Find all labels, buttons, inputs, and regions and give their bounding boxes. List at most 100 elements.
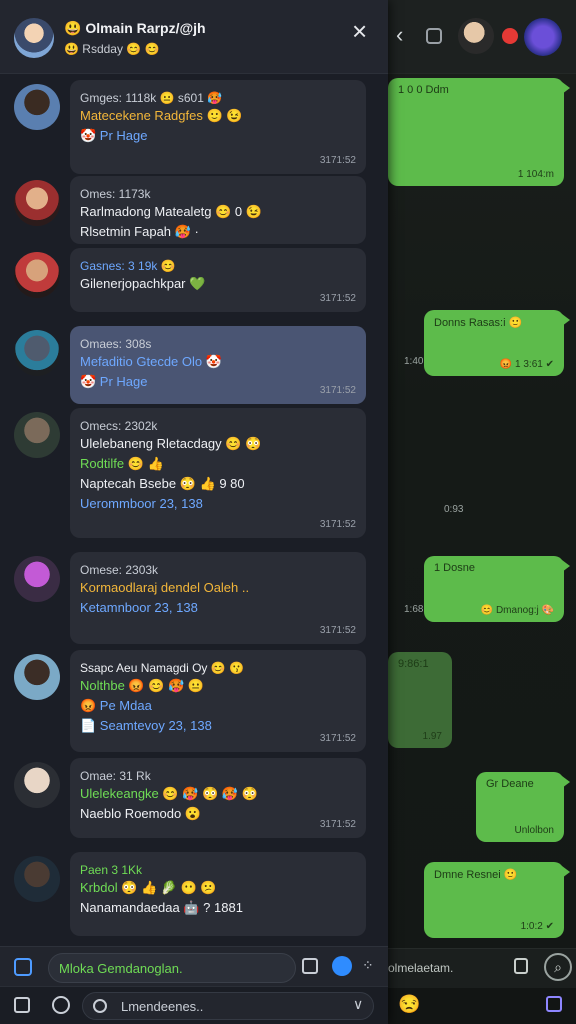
message-input[interactable]: Mloka Gemdanoglan. bbox=[48, 953, 296, 983]
compose-icon[interactable] bbox=[14, 997, 30, 1013]
message-line1: Omese: 2303k bbox=[80, 563, 159, 577]
message-line5: Uerommboor 23, 138 bbox=[80, 496, 203, 511]
background-message-bubble[interactable]: Donns Rasas:i 🙂 😡 1 3:61 ✔ bbox=[424, 310, 570, 376]
message-line4: 📄 Seamtevoy 23, 138 bbox=[80, 718, 212, 733]
background-bottom-bar: 😒 bbox=[388, 988, 576, 1024]
contact-avatar[interactable] bbox=[458, 18, 494, 54]
message-line3: Ketamnboor 23, 138 bbox=[80, 600, 198, 615]
message-avatar[interactable] bbox=[14, 84, 60, 130]
message-card[interactable]: Omaes: 308s Mefaditio Gtecde Olo 🤡 🤡 Pr Ha… bbox=[70, 326, 366, 404]
bubble-tail bbox=[562, 314, 570, 326]
message-avatar[interactable] bbox=[14, 556, 60, 602]
background-message-bubble[interactable]: Dmne Resnei 🙂 1:0:2 ✔ bbox=[424, 862, 570, 938]
message-line2: Gilenerjopachkpar 💚 bbox=[80, 276, 206, 291]
message-line2: Nolthbe 😡 😊 🥵 😐 bbox=[80, 678, 205, 693]
message-line1: Gasnes: 3 19k 😊 bbox=[80, 259, 176, 273]
message-avatar[interactable] bbox=[14, 180, 60, 226]
group-avatar[interactable] bbox=[524, 18, 562, 56]
background-message-time: 1.97 bbox=[422, 731, 442, 742]
message-line2: Mefaditio Gtecde Olo 🤡 bbox=[80, 354, 222, 369]
message-line4: Naptecah Bsebe 😳 👍 9 80 bbox=[80, 476, 245, 491]
notification-badge bbox=[502, 28, 518, 44]
lower-search-field[interactable]: Lmendeenes.. ∨ bbox=[82, 992, 374, 1020]
message-card[interactable]: Omecs: 2302k Ulelebaneng Rletacdagy 😊 😳 Ro… bbox=[70, 408, 366, 538]
message-card[interactable]: Omese: 2303k Kormaodlaraj dendel Oaleh ..… bbox=[70, 552, 366, 644]
background-time-label: 1:40 bbox=[404, 356, 424, 367]
camera-icon[interactable] bbox=[426, 28, 442, 44]
message-line1: Ssapc Aeu Namagdi Oy 😊 😗 bbox=[80, 661, 244, 675]
background-time-label: 1:68 bbox=[404, 604, 424, 615]
message-avatar[interactable] bbox=[14, 252, 60, 298]
search-icon bbox=[93, 999, 107, 1013]
message-line3: 🤡 Pr Hage bbox=[80, 128, 148, 143]
background-message-time: 1:0:2 ✔ bbox=[520, 921, 554, 932]
message-avatar[interactable] bbox=[14, 762, 60, 808]
back-icon[interactable]: ‹ bbox=[396, 22, 403, 48]
close-icon[interactable]: × bbox=[352, 18, 367, 44]
message-timestamp: 3171:52 bbox=[319, 155, 356, 166]
background-message-time: 😊 Dmanog:j 🎨 bbox=[480, 605, 554, 616]
background-chat-header: ‹ bbox=[388, 0, 576, 74]
message-line2: Ulelebaneng Rletacdagy 😊 😳 bbox=[80, 436, 262, 451]
background-message-bubble[interactable]: Gr Deane Unlolbon bbox=[476, 772, 570, 842]
background-input-bar[interactable]: olmelaetam. ⌕ bbox=[388, 948, 576, 988]
panel-header: 😃 Olmain Rarpz/@jh 😃 Rsdday 😊 😊 × bbox=[0, 0, 388, 74]
profile-avatar[interactable] bbox=[14, 18, 54, 58]
background-chat: ‹ 1 0 0 Ddm 1 104:m Donns Rasas:i 🙂 😡 1 3:6… bbox=[388, 0, 576, 1024]
message-avatar[interactable] bbox=[14, 654, 60, 700]
background-message-text: Gr Deane bbox=[486, 778, 534, 790]
message-timestamp: 3171:52 bbox=[319, 625, 356, 636]
message-line3: Nanamandaedaa 🤖 ? 1881 bbox=[80, 900, 243, 915]
background-message-bubble[interactable]: 1 Dosne 😊 Dmanog:j 🎨 bbox=[424, 556, 570, 622]
message-card[interactable]: Omae: 31 Rk Ulelekeangke 😊 🥵 😳 🥵 😳 Naeblo … bbox=[70, 758, 366, 838]
message-timestamp: 3171:52 bbox=[319, 519, 356, 530]
message-line2: Krbdol 😳 👍 🥬 😶 😕 bbox=[80, 880, 217, 895]
message-timestamp: 3171:52 bbox=[319, 819, 356, 830]
background-message-text: Donns Rasas:i 🙂 bbox=[434, 317, 523, 329]
message-avatar[interactable] bbox=[14, 412, 60, 458]
message-card[interactable]: Gmges: 1118k 😐 s601 🥵 Matecekene Radgfes … bbox=[70, 80, 366, 174]
more-icon[interactable]: ⁘ bbox=[362, 957, 374, 974]
background-time-label: 0:93 bbox=[444, 504, 464, 515]
lower-search-placeholder: Lmendeenes.. bbox=[121, 999, 204, 1014]
message-line2: Rarlmadong Matealetg 😊 0 😉 bbox=[80, 204, 262, 219]
message-card[interactable]: Omes: 1173k Rarlmadong Matealetg 😊 0 😉 Rls… bbox=[70, 176, 366, 244]
send-icon[interactable] bbox=[332, 956, 352, 976]
background-message-time: Unlolbon bbox=[514, 825, 554, 836]
message-timestamp: 3171:52 bbox=[319, 293, 356, 304]
message-input-bar: Mloka Gemdanoglan. ⁘ bbox=[0, 946, 388, 986]
message-line3: Rodtilfe 😊 👍 bbox=[80, 456, 164, 471]
message-card[interactable]: Paen 3 1Kk Krbdol 😳 👍 🥬 😶 😕 Nanamandaedaa … bbox=[70, 852, 366, 936]
chat-list-panel: 😃 Olmain Rarpz/@jh 😃 Rsdday 😊 😊 × Gmges:… bbox=[0, 0, 388, 1024]
message-card[interactable]: Ssapc Aeu Namagdi Oy 😊 😗 Nolthbe 😡 😊 🥵 😐 😡… bbox=[70, 650, 366, 752]
chevron-down-icon[interactable]: ∨ bbox=[353, 996, 363, 1013]
voice-icon[interactable]: ⌕ bbox=[544, 953, 572, 981]
message-line1: Omecs: 2302k bbox=[80, 419, 158, 433]
attach-icon[interactable] bbox=[14, 958, 32, 976]
message-line3: Naeblo Roemodo 😮 bbox=[80, 806, 201, 821]
background-message-bubble[interactable]: 9:86:1 1.97 bbox=[388, 652, 452, 748]
message-line2: Kormaodlaraj dendel Oaleh .. bbox=[80, 580, 250, 595]
message-card[interactable]: Gasnes: 3 19k 😊 Gilenerjopachkpar 💚 3171:5… bbox=[70, 248, 366, 312]
refresh-icon[interactable] bbox=[52, 996, 70, 1014]
background-message-text: 1 0 0 Ddm bbox=[398, 84, 449, 96]
message-line3: 🤡 Pr Hage bbox=[80, 374, 148, 389]
emoji-icon[interactable]: 😒 bbox=[398, 994, 420, 1015]
sticker-icon[interactable] bbox=[514, 958, 528, 974]
panel-subtitle: 😃 Rsdday 😊 😊 bbox=[64, 42, 160, 56]
message-line3: 😡 Pe Mdaa bbox=[80, 698, 152, 713]
apps-icon[interactable] bbox=[546, 996, 562, 1012]
sticker-icon[interactable] bbox=[302, 958, 318, 974]
bubble-tail bbox=[562, 866, 570, 878]
background-message-bubble[interactable]: 1 0 0 Ddm 1 104:m bbox=[388, 78, 570, 186]
background-message-text: 1 Dosne bbox=[434, 562, 475, 574]
screen: ‹ 1 0 0 Ddm 1 104:m Donns Rasas:i 🙂 😡 1 3:6… bbox=[0, 0, 576, 1024]
message-avatar[interactable] bbox=[14, 856, 60, 902]
message-line1: Gmges: 1118k 😐 s601 🥵 bbox=[80, 91, 223, 105]
message-avatar[interactable] bbox=[14, 330, 60, 376]
bubble-tail bbox=[562, 82, 570, 94]
panel-title: 😃 Olmain Rarpz/@jh bbox=[64, 20, 206, 36]
bubble-tail bbox=[562, 560, 570, 572]
panel-bottom-bar: Lmendeenes.. ∨ bbox=[0, 986, 388, 1024]
message-line2: Ulelekeangke 😊 🥵 😳 🥵 😳 bbox=[80, 786, 258, 801]
